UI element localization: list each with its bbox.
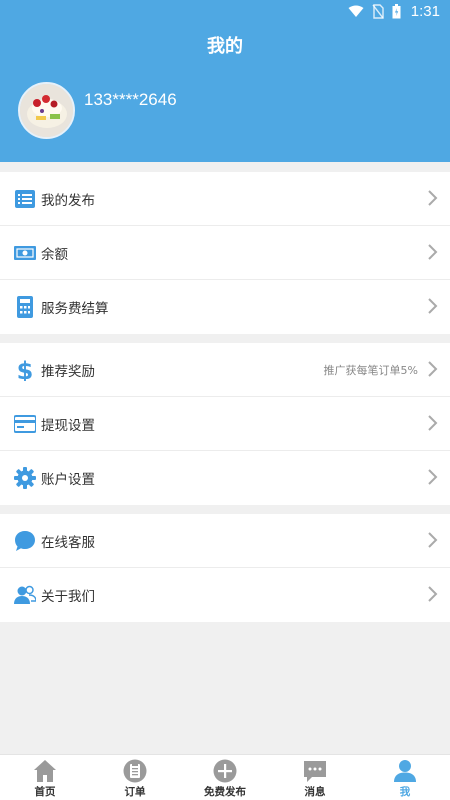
page-title: 我的	[207, 36, 243, 57]
tab-label: 消息	[304, 786, 326, 798]
status-time: 1:31	[410, 3, 440, 20]
calculator-icon	[17, 296, 33, 318]
menu-my-posts[interactable]: 我的发布	[0, 172, 450, 226]
menu-about-us[interactable]: 关于我们	[0, 568, 450, 622]
chevron-right-icon	[428, 361, 438, 377]
message-icon	[304, 761, 326, 782]
status-bar: 1:31	[0, 0, 450, 24]
menu-group-2: $ 推荐奖励 推广获每笔订单5% 提现设置 账户设置	[0, 343, 450, 505]
person-icon	[394, 760, 416, 782]
chevron-right-icon	[428, 469, 438, 485]
menu-withdraw-settings[interactable]: 提现设置	[0, 397, 450, 451]
menu-label: 推荐奖励	[41, 364, 95, 380]
chevron-right-icon	[428, 298, 438, 314]
card-icon	[14, 415, 36, 433]
chevron-right-icon	[428, 532, 438, 548]
menu-referral-reward[interactable]: $ 推荐奖励 推广获每笔订单5%	[0, 343, 450, 397]
wifi-icon	[348, 5, 364, 17]
tab-free-post[interactable]: 免费发布	[180, 755, 270, 800]
menu-service-fee[interactable]: 服务费结算	[0, 280, 450, 334]
home-icon	[34, 760, 56, 782]
menu-label: 服务费结算	[41, 301, 109, 317]
battery-icon	[392, 4, 401, 19]
dollar-icon: $	[17, 359, 34, 381]
menu-online-service[interactable]: 在线客服	[0, 514, 450, 568]
chevron-right-icon	[428, 415, 438, 431]
tab-label: 免费发布	[204, 786, 246, 798]
list-icon	[15, 190, 35, 208]
menu-label: 账户设置	[41, 472, 95, 488]
profile-header: 1:31 我的 133****2646	[0, 0, 450, 162]
menu-balance[interactable]: 余额	[0, 226, 450, 280]
menu-label: 提现设置	[41, 418, 95, 434]
menu-group-1: 我的发布 余额 服务费结算	[0, 172, 450, 334]
order-icon	[123, 759, 147, 783]
chevron-right-icon	[428, 244, 438, 260]
svg-text:$: $	[17, 359, 34, 381]
menu-group-3: 在线客服 关于我们	[0, 514, 450, 622]
tab-home[interactable]: 首页	[0, 755, 90, 800]
plus-icon	[213, 759, 237, 783]
users-icon	[14, 585, 36, 604]
menu-label: 余额	[41, 247, 68, 263]
money-icon	[14, 246, 36, 260]
tab-label: 订单	[124, 786, 146, 798]
tab-label: 我	[399, 786, 411, 798]
gear-icon	[14, 467, 36, 489]
tab-messages[interactable]: 消息	[270, 755, 360, 800]
referral-hint: 推广获每笔订单5%	[323, 364, 418, 377]
chevron-right-icon	[428, 586, 438, 602]
tab-me[interactable]: 我	[360, 755, 450, 800]
tab-label: 首页	[34, 786, 56, 798]
menu-label: 在线客服	[41, 535, 95, 551]
chat-icon	[15, 531, 35, 551]
tab-orders[interactable]: 订单	[90, 755, 180, 800]
bottom-tab-bar: 首页 订单 免费发布 消息 我	[0, 754, 450, 800]
menu-label: 关于我们	[41, 589, 95, 605]
menu-label: 我的发布	[41, 193, 95, 209]
user-phone: 133****2646	[84, 90, 177, 109]
no-sim-icon	[372, 4, 384, 19]
avatar[interactable]	[18, 82, 75, 139]
chevron-right-icon	[428, 190, 438, 206]
menu-account-settings[interactable]: 账户设置	[0, 451, 450, 505]
